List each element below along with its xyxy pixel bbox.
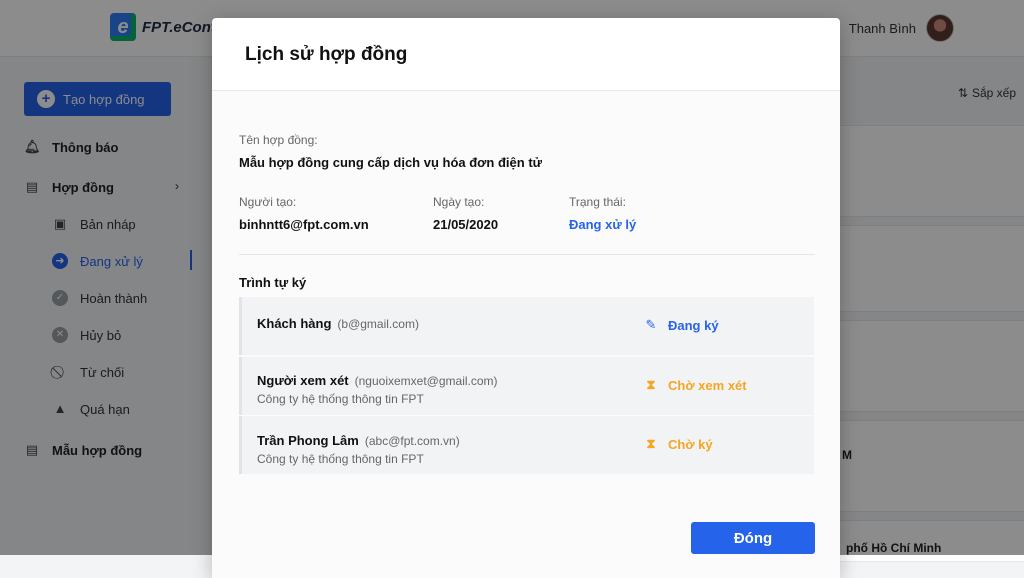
hourglass-icon: ⧗ [646, 377, 656, 392]
step-status-text: Chờ xem xét [668, 377, 747, 393]
signer-name: Trần Phong Lâm (abc@fpt.com.vn) [257, 433, 460, 448]
signer-name-text: Người xem xét [257, 373, 349, 388]
signing-sequence-title: Trình tự ký [239, 275, 307, 290]
signing-step: Trần Phong Lâm (abc@fpt.com.vn) Công ty h… [239, 416, 814, 474]
signer-name: Người xem xét (nguoixemxet@gmail.com) [257, 373, 498, 388]
step-status: ⧗ Chờ xem xét [644, 377, 747, 393]
hourglass-icon: ⧗ [646, 436, 656, 451]
creator-value: binhntt6@fpt.com.vn [239, 217, 369, 232]
step-status-text: Đang ký [668, 317, 719, 333]
close-button[interactable]: Đóng [691, 522, 815, 554]
step-status: ✎ Đang ký [644, 317, 719, 333]
contract-name: Mẫu hợp đồng cung cấp dịch vụ hóa đơn đi… [239, 155, 543, 170]
signer-name-text: Khách hàng [257, 316, 332, 331]
divider [239, 254, 815, 255]
signer-company: Công ty hệ thống thông tin FPT [257, 392, 424, 406]
signing-step: Khách hàng (b@gmail.com) ✎ Đang ký [239, 297, 814, 355]
signer-email: (b@gmail.com) [337, 317, 419, 331]
signer-company: Công ty hệ thống thông tin FPT [257, 452, 424, 466]
modal-header: Lịch sử hợp đồng [212, 18, 840, 91]
contract-name-label: Tên hợp đồng: [239, 133, 318, 147]
step-status: ⧗ Chờ ký [644, 436, 713, 452]
contract-history-modal: Lịch sử hợp đồng Tên hợp đồng: Mẫu hợp đ… [212, 18, 840, 578]
signing-step: Người xem xét (nguoixemxet@gmail.com) Côn… [239, 357, 814, 415]
creator-label: Người tạo: [239, 195, 297, 209]
modal-title: Lịch sử hợp đồng [245, 44, 408, 65]
status-value: Đang xử lý [569, 217, 637, 232]
step-status-text: Chờ ký [668, 436, 713, 452]
signer-name: Khách hàng (b@gmail.com) [257, 316, 419, 331]
created-date-label: Ngày tạo: [433, 195, 485, 209]
edit-document-icon: ✎ [645, 317, 657, 332]
modal-body: Tên hợp đồng: Mẫu hợp đồng cung cấp dịch… [212, 91, 840, 578]
status-label: Trạng thái: [569, 195, 626, 209]
created-date-value: 21/05/2020 [433, 217, 499, 232]
signer-email: (abc@fpt.com.vn) [364, 434, 460, 448]
signer-email: (nguoixemxet@gmail.com) [354, 374, 498, 388]
signer-name-text: Trần Phong Lâm [257, 433, 359, 448]
